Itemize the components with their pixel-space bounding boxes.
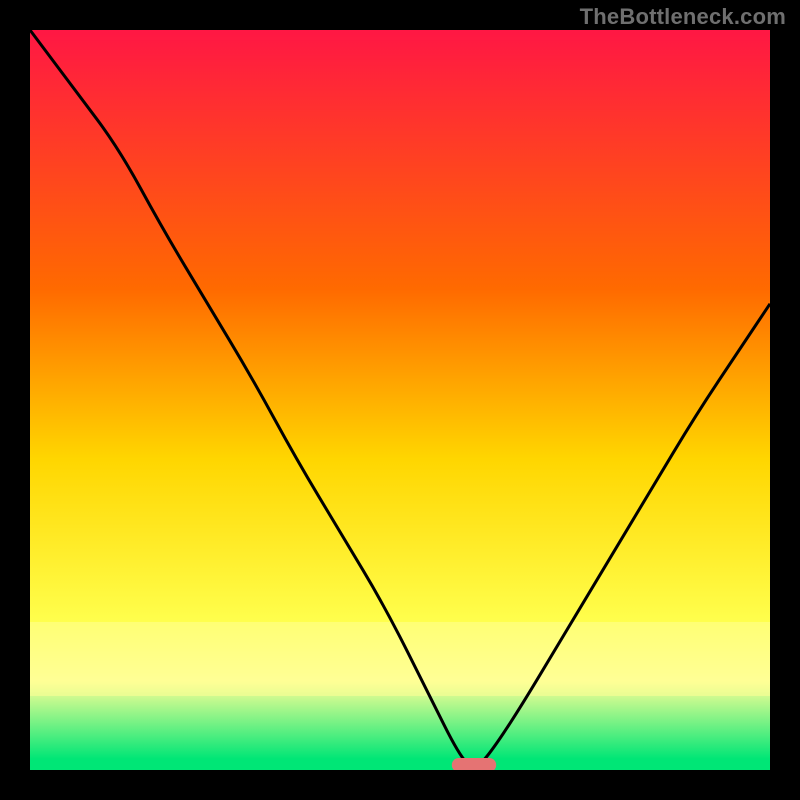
plot-area xyxy=(30,30,770,770)
chart-frame: TheBottleneck.com xyxy=(0,0,800,800)
optimal-marker xyxy=(452,758,496,770)
bottleneck-chart xyxy=(30,30,770,770)
green-band xyxy=(30,759,770,770)
watermark-text: TheBottleneck.com xyxy=(580,4,786,30)
pale-yellow-band xyxy=(30,622,770,696)
